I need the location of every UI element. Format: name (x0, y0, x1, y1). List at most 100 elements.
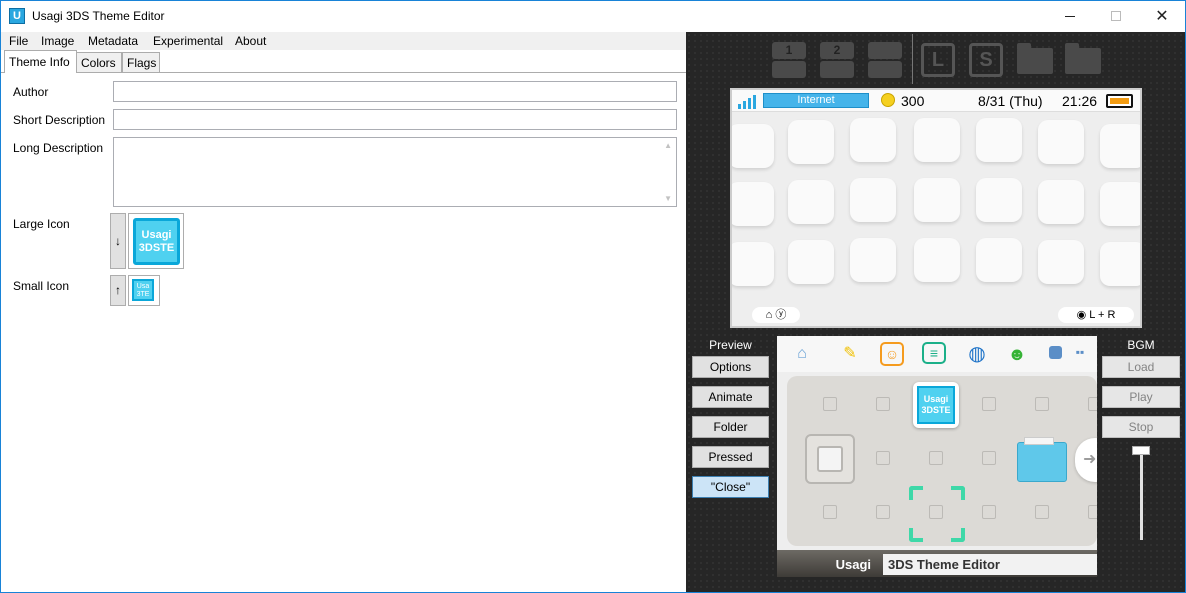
tab-flags[interactable]: Flags (122, 52, 160, 72)
close-icon: ✕ (1155, 8, 1169, 25)
maximize-button[interactable] (1093, 1, 1139, 32)
background-tile (976, 238, 1022, 282)
empty-slot[interactable] (929, 451, 943, 465)
title-bar: U Usagi 3DS Theme Editor ✕ (1, 1, 1185, 32)
slot-1-button[interactable]: 1 (772, 42, 806, 59)
scroll-right-icon[interactable]: ➜ (1075, 438, 1097, 482)
tab-divider (1, 72, 686, 73)
battery-icon (1106, 94, 1133, 108)
bgm-label: BGM (1127, 338, 1155, 352)
empty-slot[interactable] (823, 505, 837, 519)
window-title: Usagi 3DS Theme Editor (32, 9, 165, 23)
folder-button[interactable]: Folder (692, 416, 769, 438)
status-bar: Internet 300 8/31 (Thu) 21:26 (732, 90, 1140, 112)
smiley-icon[interactable]: ☺ (880, 342, 904, 366)
background-tile (1038, 120, 1084, 164)
app-icon: U (9, 8, 25, 24)
minimize-button[interactable] (1047, 1, 1093, 32)
empty-slot[interactable] (1035, 505, 1049, 519)
scroll-up-icon[interactable]: ▲ (664, 141, 672, 150)
empty-slot[interactable] (982, 505, 996, 519)
large-icon-import-button[interactable]: ↓ (110, 213, 126, 269)
large-icon-text-1: Usagi (141, 229, 172, 241)
long-description-field[interactable]: ▲ ▼ (113, 137, 677, 207)
empty-slot[interactable] (982, 451, 996, 465)
top-screen-footer: ⌂ ⓨ ◉ L + R (732, 304, 1140, 326)
empty-slot[interactable] (876, 397, 890, 411)
empty-slot[interactable] (876, 505, 890, 519)
menu-experimental[interactable]: Experimental (153, 34, 223, 48)
top-screen-preview: Internet 300 8/31 (Thu) 21:26 ⌂ ⓨ ◉ L + … (730, 88, 1142, 328)
empty-slot[interactable] (876, 451, 890, 465)
layout-single-icon[interactable] (1049, 346, 1062, 359)
small-icon-label: Small Icon (13, 279, 70, 293)
slot-1-lower[interactable] (772, 61, 806, 78)
scroll-down-icon[interactable]: ▼ (664, 194, 672, 203)
chat-icon[interactable]: ≡ (922, 342, 946, 364)
large-icon-text-2: 3DSTE (138, 242, 175, 254)
bgm-load-button[interactable]: Load (1102, 356, 1180, 378)
menu-bar: File Image Metadata Experimental About (1, 32, 686, 50)
layout-grid-icon[interactable]: ▪▪ (1073, 345, 1087, 359)
pencil-icon[interactable]: ✎ (837, 342, 863, 368)
app-icon-text-2: 3DSTE (921, 405, 951, 415)
app-icon-image: Usagi 3DSTE (917, 386, 955, 424)
time-display: 21:26 (1062, 93, 1098, 109)
small-icon-frame[interactable]: Usa 3TE (128, 275, 160, 306)
home-settings-icon[interactable]: ⌂ (789, 342, 815, 368)
options-button[interactable]: Options (692, 356, 769, 378)
background-tile (976, 118, 1022, 162)
large-icon-frame[interactable]: Usagi 3DSTE (128, 213, 184, 269)
empty-slot[interactable] (982, 397, 996, 411)
close-button[interactable]: ✕ (1139, 1, 1185, 32)
volume-slider-track[interactable] (1140, 452, 1143, 540)
background-tile (788, 180, 834, 224)
save-button[interactable]: S (969, 43, 1003, 77)
author-field[interactable] (113, 81, 677, 102)
pressed-button[interactable]: Pressed (692, 446, 769, 468)
background-tile (976, 178, 1022, 222)
slot-3-lower[interactable] (868, 61, 902, 78)
theme-title-right: 3DS Theme Editor (883, 554, 1097, 575)
small-icon-image: Usa 3TE (132, 279, 154, 301)
tab-colors[interactable]: Colors (76, 52, 122, 72)
load-button[interactable]: L (921, 43, 955, 77)
menu-file[interactable]: File (9, 34, 28, 48)
friends-icon[interactable]: ☻ (1004, 342, 1030, 368)
close-preview-button[interactable]: "Close" (692, 476, 769, 498)
background-tile (1038, 240, 1084, 284)
background-tile (732, 124, 774, 168)
cartridge-slot-icon[interactable] (805, 434, 855, 484)
camera-hint: ⌂ ⓨ (752, 307, 800, 323)
volume-slider-thumb[interactable] (1132, 446, 1150, 455)
background-tile (732, 242, 774, 286)
theme-title-bar: Usagi 3DS Theme Editor (777, 550, 1097, 577)
small-icon-text-1: Usa (136, 283, 150, 290)
short-description-field[interactable] (113, 109, 677, 130)
bgm-stop-button[interactable]: Stop (1102, 416, 1180, 438)
folder-icon[interactable] (1017, 43, 1053, 74)
globe-icon[interactable]: ◍ (964, 342, 990, 368)
background-tile (1038, 180, 1084, 224)
empty-slot[interactable] (1088, 505, 1097, 519)
empty-slot[interactable] (1035, 397, 1049, 411)
large-icon-label: Large Icon (13, 217, 70, 231)
tab-strip: Theme Info Colors Flags (1, 50, 686, 73)
bgm-play-button[interactable]: Play (1102, 386, 1180, 408)
empty-slot[interactable] (1088, 397, 1097, 411)
empty-slot[interactable] (823, 397, 837, 411)
animate-button[interactable]: Animate (692, 386, 769, 408)
slot-2-button[interactable]: 2 (820, 42, 854, 59)
open-folder-icon[interactable] (1065, 43, 1101, 74)
category-bar: ⌂ ✎ ☺ ≡ ◍ ☻ ▪▪ (777, 336, 1097, 372)
selected-app-icon[interactable]: Usagi 3DSTE (913, 382, 959, 428)
tab-theme-info[interactable]: Theme Info (4, 50, 77, 73)
folder-app-icon[interactable] (1017, 437, 1067, 482)
internet-indicator: Internet (763, 93, 869, 108)
menu-image[interactable]: Image (41, 34, 74, 48)
small-icon-import-button[interactable]: ↑ (110, 275, 126, 306)
menu-about[interactable]: About (235, 34, 266, 48)
menu-metadata[interactable]: Metadata (88, 34, 138, 48)
slot-3-button[interactable] (868, 42, 902, 59)
slot-2-lower[interactable] (820, 61, 854, 78)
